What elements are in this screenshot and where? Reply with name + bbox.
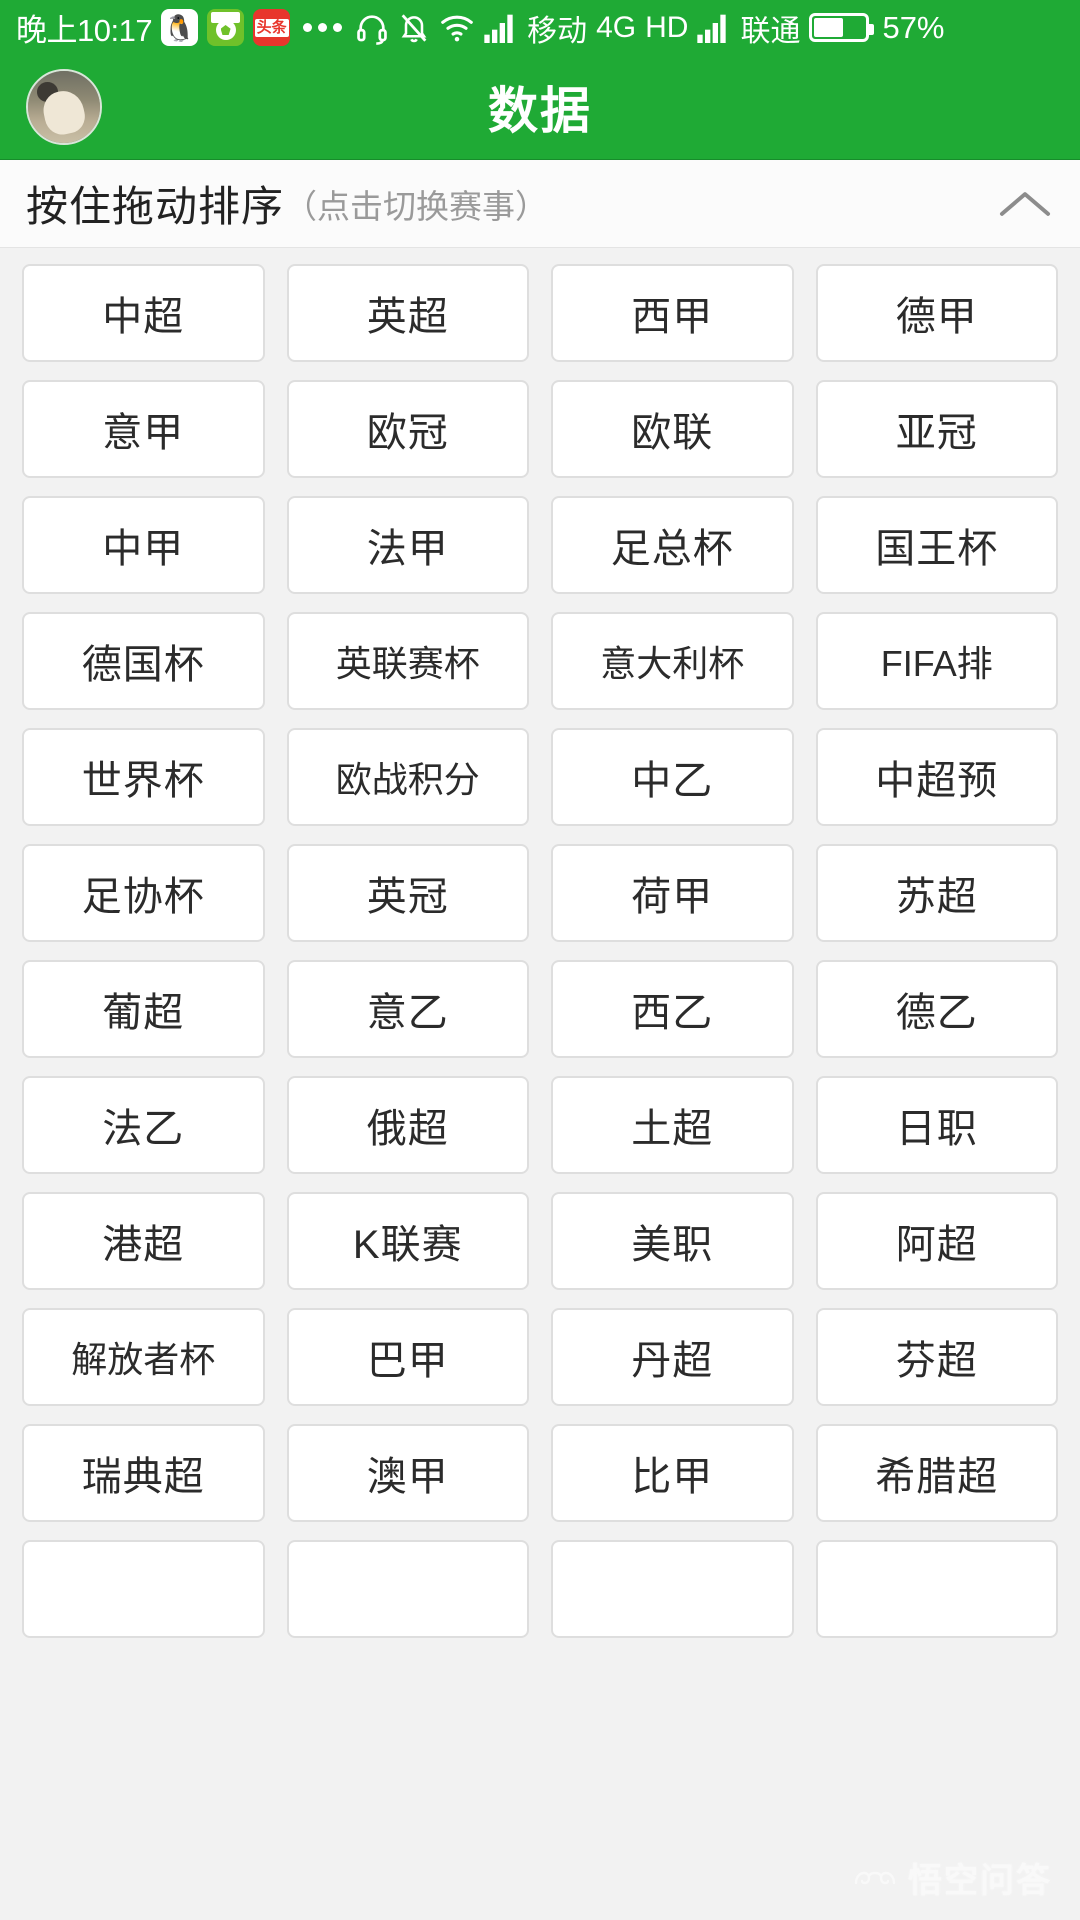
headset-icon <box>355 11 389 45</box>
league-cell[interactable]: 中乙 <box>551 728 794 826</box>
league-cell-empty[interactable] <box>815 1540 1058 1638</box>
league-cell[interactable]: 德甲 <box>815 264 1058 362</box>
sort-hint-sublabel: （点击切换赛事） <box>284 187 549 225</box>
league-grid: 中超 英超 西甲 德甲意甲 欧冠 欧联 亚冠中甲 法甲 足总杯 国王杯德国杯 英联赛杯 意大利杯 FIF… <box>22 264 1058 1638</box>
sort-hint-label: 按住拖动排序 <box>26 183 285 230</box>
league-cell[interactable]: 土超 <box>551 1076 794 1174</box>
league-cell[interactable]: 中超预 <box>815 728 1058 826</box>
league-cell[interactable]: 英联赛杯 <box>286 612 529 710</box>
league-cell-empty[interactable] <box>22 1540 265 1638</box>
league-cell[interactable]: 欧战积分 <box>286 728 529 826</box>
league-cell[interactable]: 葡超 <box>22 960 265 1058</box>
avatar[interactable] <box>26 69 102 145</box>
league-cell[interactable]: 俄超 <box>286 1076 529 1174</box>
league-cell-empty[interactable] <box>551 1540 794 1638</box>
league-cell[interactable]: 意乙 <box>286 960 529 1058</box>
league-cell[interactable]: 意甲 <box>22 380 265 478</box>
more-icon <box>303 23 343 32</box>
league-cell[interactable]: 意大利杯 <box>551 612 794 710</box>
league-cell[interactable]: 中超 <box>22 264 265 362</box>
qq-icon: 🐧 <box>161 9 199 46</box>
status-bar: 晚上10:17 🐧 头条 移动 4G HD 联通 57% <box>0 0 1080 55</box>
league-cell[interactable]: 美职 <box>551 1192 794 1290</box>
league-cell[interactable]: 解放者杯 <box>22 1308 265 1406</box>
league-cell[interactable]: 国王杯 <box>815 496 1058 594</box>
status-time: 晚上10:17 <box>16 13 153 48</box>
league-cell[interactable]: 中甲 <box>22 496 265 594</box>
battery-percent-label: 57% <box>882 9 945 45</box>
signal-bars-icon-secondary <box>697 13 731 43</box>
league-cell[interactable]: 西甲 <box>551 264 794 362</box>
app-root: 晚上10:17 🐧 头条 移动 4G HD 联通 57% 数据 按住拖动排序 （… <box>0 0 1080 1920</box>
league-cell[interactable]: 法乙 <box>22 1076 265 1174</box>
league-cell[interactable]: FIFA排 <box>815 612 1058 710</box>
carrier-primary-label: 移动 <box>527 14 588 48</box>
league-cell[interactable]: 德乙 <box>815 960 1058 1058</box>
league-cell[interactable]: 法甲 <box>286 496 529 594</box>
hd-label: HD <box>645 10 689 44</box>
league-cell[interactable]: 德国杯 <box>22 612 265 710</box>
league-cell[interactable]: 足总杯 <box>551 496 794 594</box>
league-grid-container: 中超 英超 西甲 德甲意甲 欧冠 欧联 亚冠中甲 法甲 足总杯 国王杯德国杯 英联赛杯 意大利杯 FIF… <box>0 248 1080 1638</box>
league-cell[interactable]: 西乙 <box>551 960 794 1058</box>
wifi-icon <box>439 13 475 43</box>
football-live-icon <box>207 9 245 46</box>
league-cell[interactable]: 瑞典超 <box>22 1424 265 1522</box>
toutiao-icon: 头条 <box>253 9 291 46</box>
league-cell[interactable]: 澳甲 <box>286 1424 529 1522</box>
watermark-label: 悟空问答 <box>908 1862 1052 1900</box>
signal-bars-icon <box>484 13 518 43</box>
league-cell[interactable]: 丹超 <box>551 1308 794 1406</box>
watermark: 悟空问答 <box>852 1853 1052 1902</box>
network-type-label: 4G <box>596 10 637 44</box>
sort-hint-bar[interactable]: 按住拖动排序 （点击切换赛事） <box>0 160 1080 248</box>
page-title: 数据 <box>488 83 592 139</box>
league-cell[interactable]: 港超 <box>22 1192 265 1290</box>
league-cell[interactable]: 英冠 <box>286 844 529 942</box>
league-cell[interactable]: 欧联 <box>551 380 794 478</box>
league-cell[interactable]: 日职 <box>815 1076 1058 1174</box>
league-cell[interactable]: 苏超 <box>815 844 1058 942</box>
chevron-up-icon[interactable] <box>996 175 1054 233</box>
league-cell[interactable]: 亚冠 <box>815 380 1058 478</box>
league-cell[interactable]: K联赛 <box>286 1192 529 1290</box>
league-cell[interactable]: 阿超 <box>815 1192 1058 1290</box>
league-cell[interactable]: 足协杯 <box>22 844 265 942</box>
league-cell[interactable]: 希腊超 <box>815 1424 1058 1522</box>
league-cell[interactable]: 荷甲 <box>551 844 794 942</box>
league-cell[interactable]: 巴甲 <box>286 1308 529 1406</box>
league-cell[interactable]: 比甲 <box>551 1424 794 1522</box>
battery-icon <box>809 13 875 42</box>
league-cell[interactable]: 欧冠 <box>286 380 529 478</box>
league-cell-empty[interactable] <box>286 1540 529 1638</box>
carrier-secondary-label: 联通 <box>740 14 801 48</box>
app-header: 数据 <box>0 55 1080 160</box>
league-cell[interactable]: 英超 <box>286 264 529 362</box>
league-cell[interactable]: 芬超 <box>815 1308 1058 1406</box>
league-cell[interactable]: 世界杯 <box>22 728 265 826</box>
wukong-logo-icon <box>852 1863 898 1893</box>
bell-muted-icon <box>398 11 430 45</box>
